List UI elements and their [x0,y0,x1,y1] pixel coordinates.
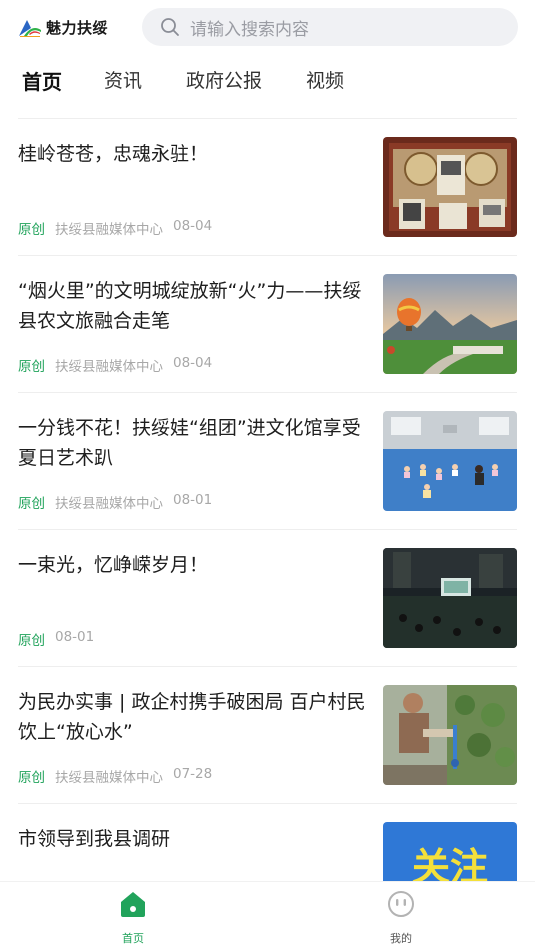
list-item[interactable]: 一分钱不花！扶绥娃“组团”进文化馆享受夏日艺术趴 原创 扶绥县融媒体中心 08-… [18,392,517,529]
nav-profile-label: 我的 [390,932,412,945]
article-thumbnail [383,274,517,374]
list-item[interactable]: 一束光，忆峥嵘岁月！ 原创 08-01 [18,529,517,666]
nav-home-label: 首页 [122,932,144,945]
article-meta: 原创 扶绥县融媒体中心 08-04 [18,355,212,375]
search-icon [161,18,179,36]
search-placeholder: 请输入搜索内容 [190,19,309,40]
article-date: 08-01 [55,629,95,645]
article-source: 扶绥县融媒体中心 [55,770,163,786]
article-date: 08-04 [173,355,213,371]
article-date: 08-01 [173,492,213,508]
list-item[interactable]: 为民办实事 | 政企村携手破困局 百户村民饮上“放心水” 原创 扶绥县融媒体中心… [18,666,517,803]
article-source: 扶绥县融媒体中心 [55,359,163,375]
app-logo[interactable]: 魅力扶绥 [18,16,108,38]
tab-gov-bulletin[interactable]: 政府公报 [186,66,262,93]
article-title: “烟火里”的文明城绽放新“火”力——扶绥县农文旅融合走笔 [18,280,362,332]
article-date: 07-28 [173,766,213,782]
article-title: 一分钱不花！扶绥娃“组团”进文化馆享受夏日艺术趴 [18,417,361,469]
profile-face-icon [388,891,414,917]
original-badge: 原创 [18,359,45,375]
article-thumbnail [383,548,517,648]
article-source: 扶绥县融媒体中心 [55,496,163,512]
search-input[interactable]: 请输入搜索内容 [142,8,518,46]
original-badge: 原创 [18,496,45,512]
article-date: 08-04 [173,218,213,234]
article-title: 桂岭苍苍，忠魂永驻！ [18,143,209,165]
article-thumbnail [383,411,517,511]
article-thumbnail [383,137,517,237]
tab-home[interactable]: 首页 [22,66,62,95]
list-item[interactable]: 桂岭苍苍，忠魂永驻！ 原创 扶绥县融媒体中心 08-04 [18,118,517,255]
article-thumbnail [383,685,517,785]
article-meta: 原创 扶绥县融媒体中心 08-01 [18,492,212,512]
tab-video[interactable]: 视频 [306,66,344,93]
article-meta: 原创 扶绥县融媒体中心 07-28 [18,766,212,786]
category-tabs: 首页 资讯 政府公报 视频 [0,56,535,100]
article-source: 扶绥县融媒体中心 [55,222,163,238]
article-meta: 原创 扶绥县融媒体中心 08-04 [18,218,212,238]
app-name: 魅力扶绥 [46,18,109,37]
article-title: 市领导到我县调研 [18,828,171,850]
original-badge: 原创 [18,633,45,649]
bottom-navigation: 首页 我的 [0,882,535,951]
nav-profile[interactable]: 我的 [361,890,441,946]
logo-icon [19,20,41,37]
list-item[interactable]: “烟火里”的文明城绽放新“火”力——扶绥县农文旅融合走笔 原创 扶绥县融媒体中心… [18,255,517,392]
tab-news[interactable]: 资讯 [104,66,142,93]
home-icon [121,892,145,917]
nav-home[interactable]: 首页 [93,890,173,946]
article-meta: 原创 08-01 [18,629,94,649]
article-title: 一束光，忆峥嵘岁月！ [18,554,209,576]
original-badge: 原创 [18,770,45,786]
article-title: 为民办实事 | 政企村携手破困局 百户村民饮上“放心水” [18,691,366,743]
original-badge: 原创 [18,222,45,238]
app-header: 魅力扶绥 请输入搜索内容 [0,0,535,56]
